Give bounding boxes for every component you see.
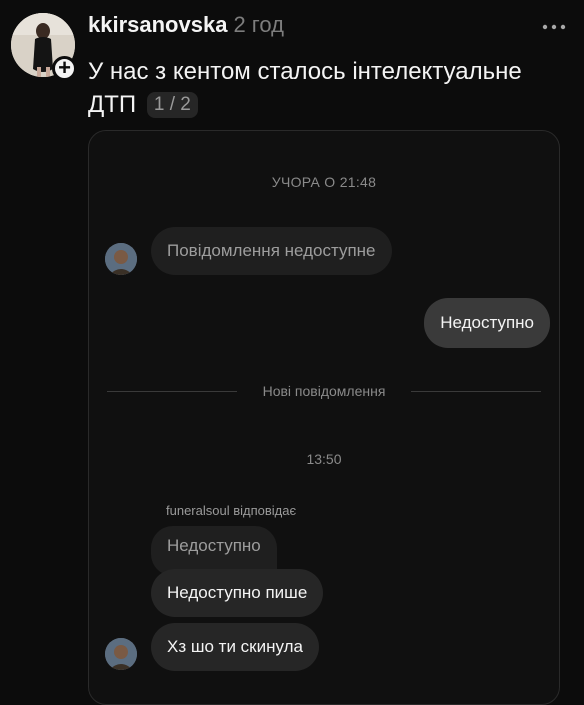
divider-right xyxy=(411,391,541,392)
message-bubble: Недоступно пише xyxy=(151,569,324,617)
chat-time-label: 13:50 xyxy=(306,451,342,467)
message-bubble: Хз шо ти скинула xyxy=(151,623,319,671)
chat-avatar xyxy=(105,638,137,670)
post-caption: У нас з кентом сталось інтелектуальне ДТ… xyxy=(88,55,568,121)
post-header: kkirsanovska 2 год xyxy=(88,12,564,38)
chat-avatar-image xyxy=(105,638,137,670)
follow-plus-icon[interactable]: + xyxy=(52,56,77,81)
username[interactable]: kkirsanovska xyxy=(88,12,227,37)
chat-screenshot-card: УЧОРА О 21:48 Повідомлення недоступне Не… xyxy=(88,130,560,705)
chat-date-label: УЧОРА О 21:48 xyxy=(271,174,377,190)
post-time: 2 год xyxy=(233,12,284,37)
reply-label: funeralsoul відповідає xyxy=(166,503,297,518)
outgoing-message-bubble: Недоступно xyxy=(424,298,550,348)
page-indicator-badge: 1 / 2 xyxy=(146,92,198,118)
chat-avatar-image xyxy=(105,243,137,275)
unavailable-message-bubble: Повідомлення недоступне xyxy=(151,227,392,275)
chat-avatar xyxy=(105,243,137,275)
more-options-icon[interactable] xyxy=(542,24,566,30)
